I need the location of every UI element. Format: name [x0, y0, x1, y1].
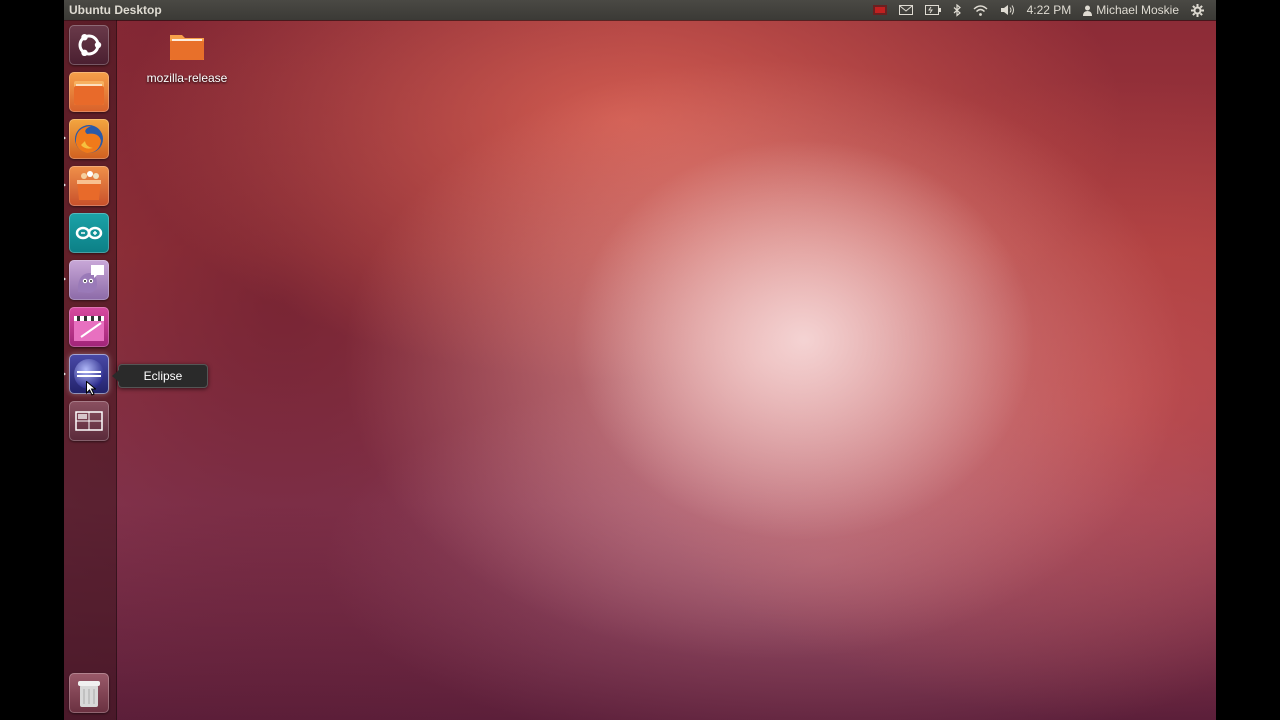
- firefox-launcher[interactable]: [69, 119, 109, 159]
- bluetooth-icon[interactable]: [947, 0, 967, 20]
- running-indicator: [64, 135, 66, 141]
- folder-icon: [74, 81, 104, 105]
- arduino-launcher[interactable]: [69, 213, 109, 253]
- trash-icon: [78, 681, 100, 707]
- mail-icon[interactable]: [893, 0, 919, 20]
- mouse-cursor-icon: [86, 381, 96, 396]
- unity-launcher: [64, 20, 117, 720]
- battery-icon[interactable]: [919, 0, 947, 20]
- desktop-folder-mozilla-release[interactable]: mozilla-release: [142, 30, 232, 85]
- user-name: Michael Moskie: [1096, 3, 1179, 17]
- trash-launcher[interactable]: [69, 673, 109, 713]
- clapper-icon: [74, 316, 104, 341]
- user-icon: [1083, 5, 1093, 16]
- folder-icon: [170, 35, 204, 60]
- launcher-tooltip: Eclipse: [112, 364, 208, 388]
- clock[interactable]: 4:22 PM: [1021, 0, 1078, 20]
- ubuntu-logo-icon: [78, 34, 102, 56]
- video-editor-launcher[interactable]: [69, 307, 109, 347]
- running-indicator: [64, 276, 66, 282]
- firefox-icon: [75, 125, 103, 153]
- user-menu[interactable]: Michael Moskie: [1077, 0, 1185, 20]
- desktop-screen: Ubuntu Desktop 4:22 PM Michael Moskie Ec…: [64, 0, 1216, 720]
- top-panel: Ubuntu Desktop 4:22 PM Michael Moskie: [64, 0, 1216, 20]
- home-folder-launcher[interactable]: [69, 72, 109, 112]
- shopping-bag-icon: [77, 171, 101, 200]
- workspace-switcher-launcher[interactable]: [69, 401, 109, 441]
- pidgin-launcher[interactable]: [69, 260, 109, 300]
- volume-icon[interactable]: [994, 0, 1021, 20]
- running-indicator: [64, 182, 66, 188]
- workspace-icon: [75, 411, 103, 431]
- running-indicator: [64, 371, 66, 377]
- keyboard-layout-icon[interactable]: [867, 0, 893, 20]
- arduino-icon: [75, 226, 103, 240]
- desktop-icon-label: mozilla-release: [146, 71, 228, 85]
- power-gear-icon[interactable]: [1185, 0, 1210, 20]
- window-title: Ubuntu Desktop: [69, 3, 162, 17]
- pidgin-icon: [77, 265, 104, 293]
- software-center-launcher[interactable]: [69, 166, 109, 206]
- dash-home-button[interactable]: [69, 25, 109, 65]
- wifi-icon[interactable]: [967, 0, 994, 20]
- indicator-area: 4:22 PM Michael Moskie: [867, 0, 1210, 20]
